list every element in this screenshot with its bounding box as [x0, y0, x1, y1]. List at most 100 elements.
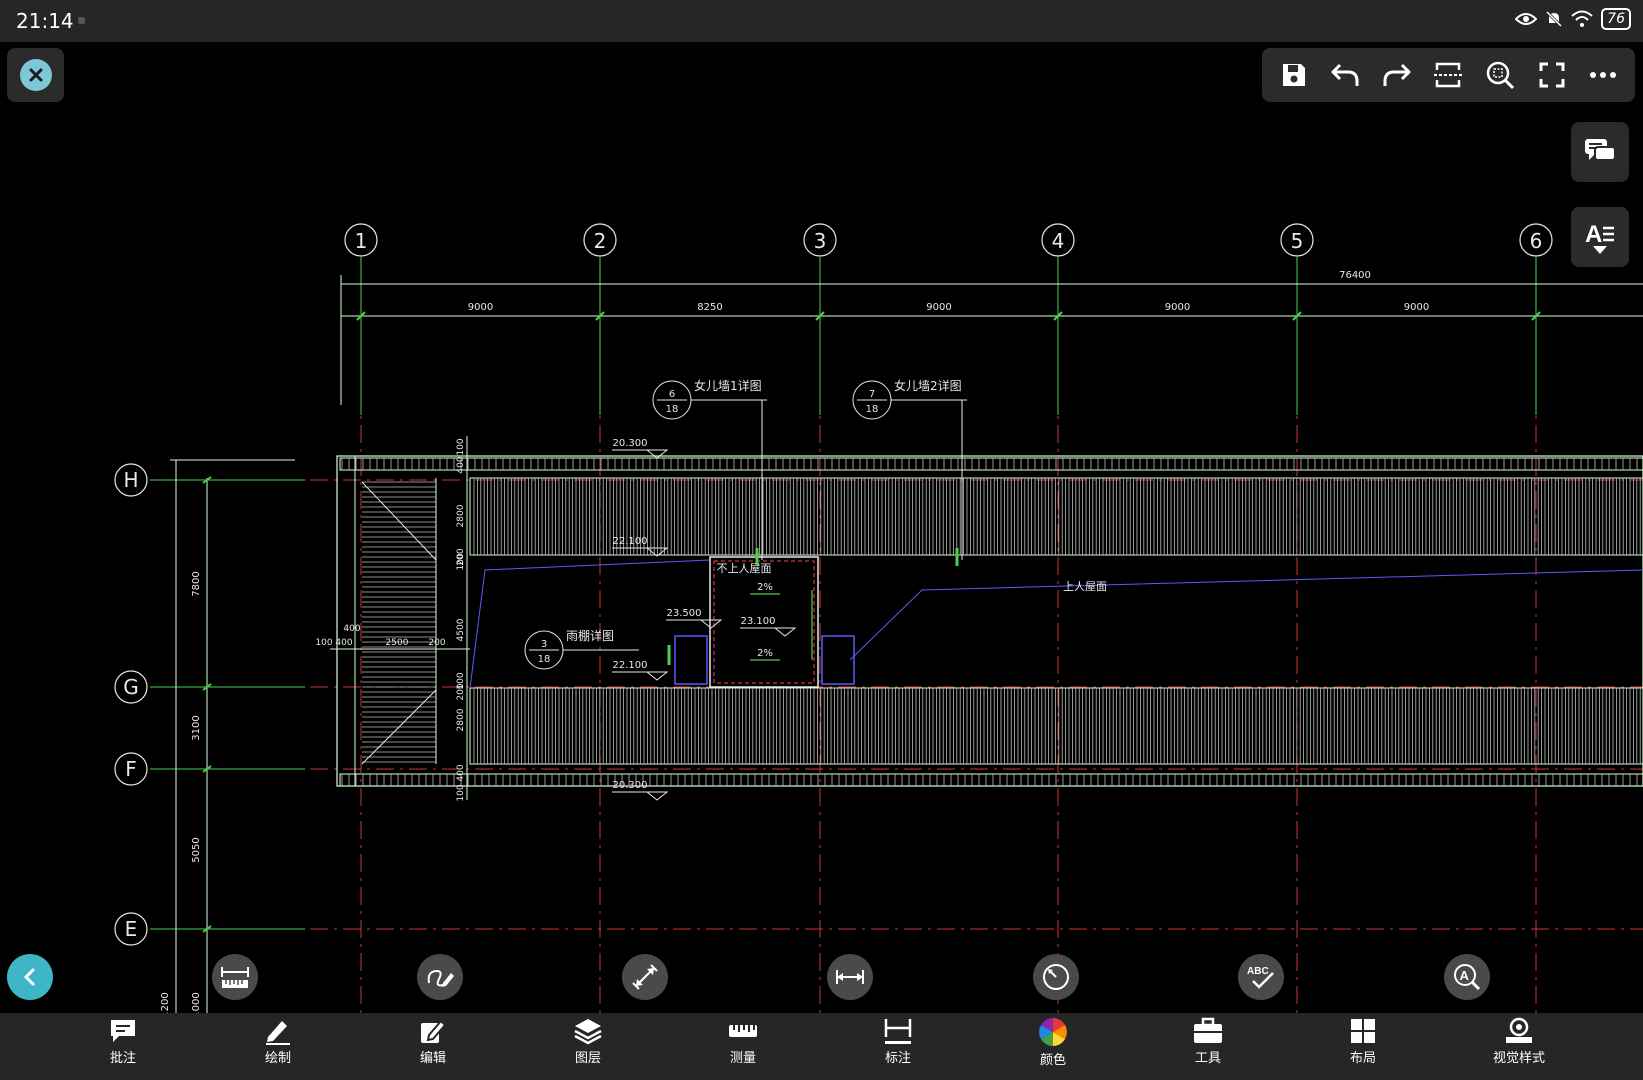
nav-draw-label: 绘制: [264, 1051, 291, 1066]
stair-dim-h-3: 2500: [386, 638, 409, 648]
elevation-1-mark: [612, 449, 669, 459]
bottom-nav: 批注 绘制 编辑 图层 测量 标注 颜色 工具 布局 视觉样式: [0, 1013, 1643, 1080]
chat-bubbles-icon: [1585, 139, 1616, 161]
roof-band-south-hatch: [473, 688, 1641, 764]
roof-slope-east: [849, 569, 1643, 661]
close-icon: [19, 59, 52, 91]
nav-layers[interactable]: 图层: [533, 1017, 643, 1066]
save-button[interactable]: [1274, 55, 1314, 95]
wifi-icon: [1571, 10, 1593, 27]
axis-label-6: 6: [1530, 229, 1543, 253]
callout-parapet-1-sheet: 18: [666, 404, 679, 415]
span-dim-text-4: 9000: [1165, 302, 1190, 313]
zoom-extent-button[interactable]: [1480, 55, 1520, 95]
roof-band-north-hatch: [473, 478, 1641, 555]
text-search-icon: A: [1454, 964, 1481, 991]
notification-icon: [78, 17, 85, 24]
nav-dimension-label: 标注: [884, 1051, 911, 1066]
dimension-icon: [884, 1019, 912, 1044]
elevation-4-text: 23.100: [741, 616, 776, 627]
quick-aligned-dimension-button[interactable]: [622, 954, 668, 1000]
nav-layout[interactable]: 布局: [1308, 1017, 1418, 1066]
stair-dim-h-1: 100: [315, 638, 332, 648]
stair-wall-left: [336, 455, 356, 787]
stair-dim-h-5: 400: [343, 624, 360, 634]
fullscreen-button[interactable]: [1532, 55, 1572, 95]
nav-tools[interactable]: 工具: [1153, 1017, 1263, 1066]
nav-annotate[interactable]: 批注: [68, 1017, 178, 1066]
cad-canvas[interactable]: 1 2 3 4 5 6HGFE764009000 8250 9000 9000 900078003…: [0, 42, 1643, 1013]
layout-icon: [1351, 1019, 1375, 1043]
comments-panel-button[interactable]: [1571, 122, 1629, 182]
elevation-3-mark: [666, 619, 723, 629]
svg-text:A: A: [1585, 221, 1602, 246]
align-dimension-icon: [632, 964, 658, 990]
undo-button[interactable]: [1325, 55, 1365, 95]
status-bar: 21:14 76: [0, 0, 1643, 42]
overall-dim-text: 76400: [1339, 270, 1371, 281]
span-dim-text-1: 9000: [468, 302, 493, 313]
quick-radius-button[interactable]: [1033, 954, 1079, 1000]
quick-spell-check-button[interactable]: ABC: [1238, 954, 1284, 1000]
quick-freehand-button[interactable]: [417, 954, 463, 1000]
comment-icon: [111, 1020, 135, 1042]
elevation-2-text: 22.100: [613, 536, 648, 547]
stair-dim-v-10: 100: [456, 784, 466, 801]
stair-dim-v-0: 100: [456, 438, 466, 455]
callout-canopy-label: 雨棚详图: [566, 628, 614, 643]
nav-draw[interactable]: 绘制: [223, 1017, 333, 1066]
save-icon: [1282, 64, 1305, 86]
nav-tools-label: 工具: [1194, 1051, 1221, 1066]
nav-color[interactable]: 颜色: [998, 1017, 1108, 1068]
redo-button[interactable]: [1377, 55, 1417, 95]
parapet-top-hatch: [341, 458, 1638, 470]
nav-layout-label: 布局: [1349, 1051, 1376, 1066]
quick-measure-button[interactable]: [212, 954, 258, 1000]
zoom-extent-icon: [1486, 61, 1515, 90]
nav-visual-style-label: 视觉样式: [1492, 1051, 1545, 1066]
parapet-bottom-box: [339, 773, 1643, 787]
parapet-bottom-hatch: [341, 774, 1638, 786]
nav-edit[interactable]: 编辑: [378, 1017, 488, 1066]
status-icons: 76: [1515, 8, 1631, 30]
nav-measure[interactable]: 测量: [688, 1017, 798, 1066]
nav-visual-style[interactable]: 视觉样式: [1464, 1017, 1574, 1066]
no-access-roof-label: 不上人屋面: [717, 562, 772, 575]
nav-dimension[interactable]: 标注: [843, 1017, 953, 1066]
close-button[interactable]: [7, 48, 64, 102]
axis-label-G: G: [123, 675, 139, 699]
undo-icon: [1331, 63, 1359, 86]
stair-dim-v-4: 100: [456, 553, 466, 570]
quick-linear-dimension-button[interactable]: [827, 954, 873, 1000]
more-button[interactable]: [1583, 55, 1623, 95]
building-outline: [336, 455, 1643, 787]
elevation-5-mark: [612, 671, 669, 681]
axis-label-4: 4: [1052, 229, 1065, 253]
visual-style-icon: [1506, 1017, 1532, 1043]
stair-dim-v-5: 4500: [456, 618, 466, 641]
color-wheel-icon: [1039, 1018, 1067, 1046]
stair-dim-h-4: 200: [428, 638, 445, 648]
roof-slope-west: [469, 559, 711, 689]
quick-text-search-button[interactable]: A: [1444, 954, 1490, 1000]
callout-parapet-2-num: 7: [869, 389, 875, 400]
ruler-icon: [729, 1025, 757, 1037]
split-view-button[interactable]: [1428, 55, 1468, 95]
stair-treads: [362, 481, 436, 763]
collapse-tools-button[interactable]: [7, 954, 53, 1000]
parapet-top-box: [339, 457, 1643, 471]
stair-dim-v-2: 2800: [456, 504, 466, 527]
drain-east: [821, 635, 855, 685]
elevation-5-text: 22.100: [613, 660, 648, 671]
span-dim-text-5: 9000: [1404, 302, 1429, 313]
measure-ruler-icon: [221, 967, 249, 988]
elevation-3-text: 23.500: [667, 608, 702, 619]
callout-parapet-1-num: 6: [669, 389, 675, 400]
dropdown-arrow-icon: [1593, 246, 1607, 254]
callout-parapet-1-label: 女儿墙1详图: [694, 378, 762, 393]
fullscreen-icon: [1539, 62, 1565, 88]
freehand-pen-icon: [427, 969, 454, 987]
edit-icon: [421, 1019, 447, 1043]
nav-annotate-label: 批注: [109, 1051, 136, 1066]
text-style-button[interactable]: A: [1571, 207, 1629, 267]
